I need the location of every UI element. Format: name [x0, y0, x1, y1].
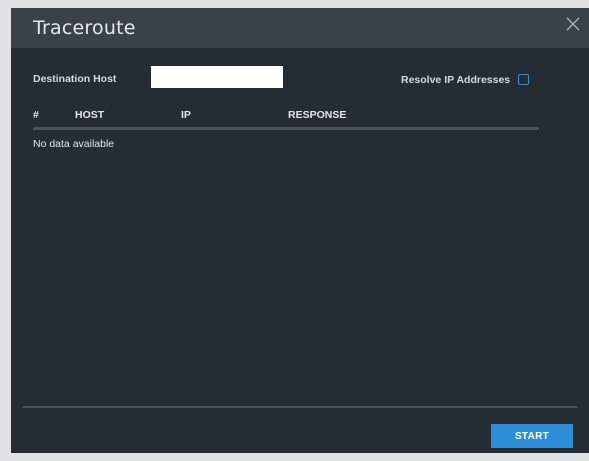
- column-header-response: RESPONSE: [288, 109, 347, 121]
- destination-host-label: Destination Host: [33, 73, 117, 85]
- table-header-divider: [33, 127, 539, 130]
- column-header-number: #: [33, 109, 39, 121]
- close-icon[interactable]: [565, 16, 581, 32]
- resolve-ip-checkbox[interactable]: [518, 74, 529, 85]
- resolve-ip-label: Resolve IP Addresses: [401, 74, 511, 86]
- dialog-title: Traceroute: [33, 17, 136, 39]
- footer-divider: [23, 406, 577, 408]
- start-button[interactable]: START: [491, 424, 573, 448]
- traceroute-dialog: Traceroute Destination Host Resolve IP A…: [11, 8, 589, 453]
- dialog-titlebar: Traceroute: [11, 8, 589, 48]
- destination-host-input[interactable]: [151, 66, 283, 88]
- empty-table-message: No data available: [33, 138, 115, 150]
- column-header-host: HOST: [75, 109, 105, 121]
- column-header-ip: IP: [181, 109, 191, 121]
